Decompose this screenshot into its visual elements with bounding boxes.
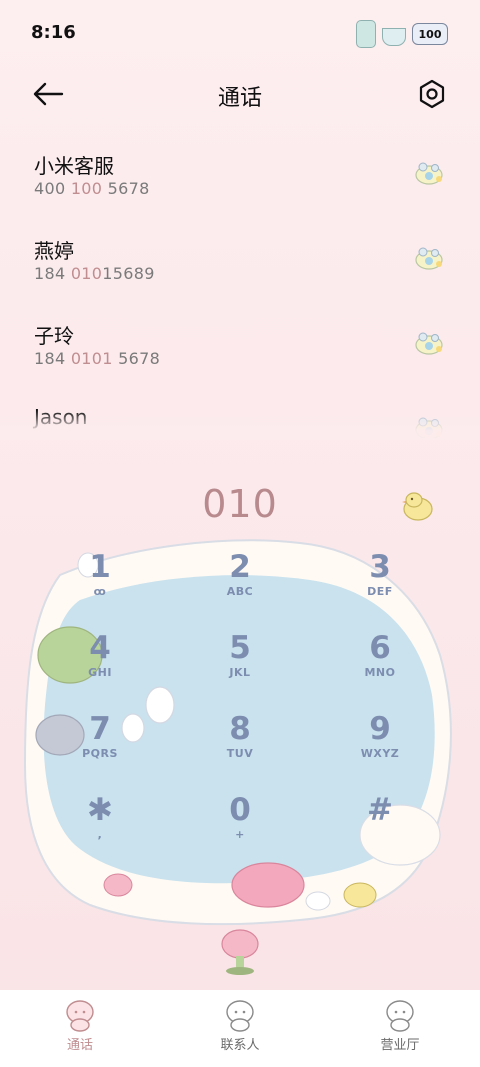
nav-item-service-hall[interactable]: 营业厅 [320,990,480,1067]
number-match: 0101 [70,349,113,368]
teacup-icon [382,28,406,46]
contact-row[interactable]: 燕婷 184 01015689 [0,215,480,300]
contacts-mascot-icon [226,1000,254,1032]
battery-icon: 100 [412,23,448,45]
key-digit: # [367,792,393,828]
contact-name: 小米客服 [34,154,114,178]
contact-detail-icon[interactable] [412,326,446,360]
nav-label: 营业厅 [380,1038,420,1053]
contact-detail-icon[interactable] [412,156,446,190]
plant-icon [221,929,259,975]
number-prefix: 184 [34,264,71,283]
header: 通话 [0,66,480,122]
key-1[interactable]: 1 ꝏ [45,545,155,615]
key-2[interactable]: 2 ABC [185,545,295,615]
contact-number: 184 0101 5678 [34,349,160,368]
key-digit: 9 [369,711,391,747]
number-match: 100 [70,179,103,198]
key-digit: 2 [229,549,251,585]
key-digit: 7 [89,711,111,747]
settings-button[interactable] [416,78,448,110]
star-flower-icon: ✱ [87,792,113,828]
page-title: 通话 [217,86,262,111]
number-suffix: 5678 [112,349,161,368]
key-digit: 1 [89,549,111,585]
key-9[interactable]: 9 WXYZ [325,707,435,777]
key-hash[interactable]: # [325,788,435,858]
key-letters: ABC [226,585,254,598]
key-6[interactable]: 6 MNO [325,626,435,696]
chick-mascot-button[interactable] [400,488,436,524]
number-prefix: 184 [34,349,71,368]
key-4[interactable]: 4 GHI [45,626,155,696]
voicemail-icon: ꝏ [93,585,107,598]
key-digit: 4 [89,630,111,666]
key-digit: 6 [369,630,391,666]
key-letters: MNO [364,666,396,679]
key-digit: 8 [229,711,251,747]
key-letters: JKL [229,666,251,679]
chick-icon [402,492,433,521]
key-8[interactable]: 8 TUV [185,707,295,777]
key-digit: 3 [369,549,391,585]
key-star[interactable]: ✱ , [45,788,155,858]
bottle-icon [356,20,376,48]
contact-name: 子玲 [34,324,74,348]
key-digit: 5 [229,630,251,666]
key-letters: TUV [226,747,254,760]
contact-name: 燕婷 [34,239,74,263]
status-bar: 8:16 100 [0,0,480,66]
key-letters: DEF [367,585,393,598]
key-letters: WXYZ [360,747,400,760]
nav-label: 通话 [66,1038,93,1053]
key-digit: 0 [229,792,251,828]
phone-mascot-icon [66,1000,94,1032]
bottom-nav: 通话 联系人 营业厅 [0,990,480,1067]
list-fade [0,410,480,440]
number-prefix: 400 [34,179,71,198]
key-7[interactable]: 7 PQRS [45,707,155,777]
number-match: 010 [70,264,103,283]
nav-label: 联系人 [220,1038,260,1053]
key-0[interactable]: 0 + [185,788,295,858]
contact-detail-icon[interactable] [412,241,446,275]
settings-icon [419,79,445,109]
key-letters: GHI [88,666,112,679]
contact-number: 400 100 5678 [34,179,150,198]
number-suffix: 15689 [102,264,155,283]
contact-number: 184 01015689 [34,264,155,283]
key-letters: , [97,828,103,841]
status-icons: 100 [356,20,448,48]
contact-row[interactable]: 子玲 184 0101 5678 [0,300,480,385]
key-3[interactable]: 3 DEF [325,545,435,615]
status-time: 8:16 [31,22,76,43]
key-letters: + [235,828,245,841]
nav-item-calls[interactable]: 通话 [0,990,160,1067]
key-5[interactable]: 5 JKL [185,626,295,696]
key-letters: PQRS [82,747,118,760]
contact-list[interactable]: 小米客服 400 100 5678 燕婷 184 01015689 子玲 184… [0,130,480,438]
contact-row[interactable]: 小米客服 400 100 5678 [0,130,480,215]
number-suffix: 5678 [102,179,150,198]
nav-item-contacts[interactable]: 联系人 [160,990,320,1067]
service-hall-mascot-icon [386,1000,414,1032]
